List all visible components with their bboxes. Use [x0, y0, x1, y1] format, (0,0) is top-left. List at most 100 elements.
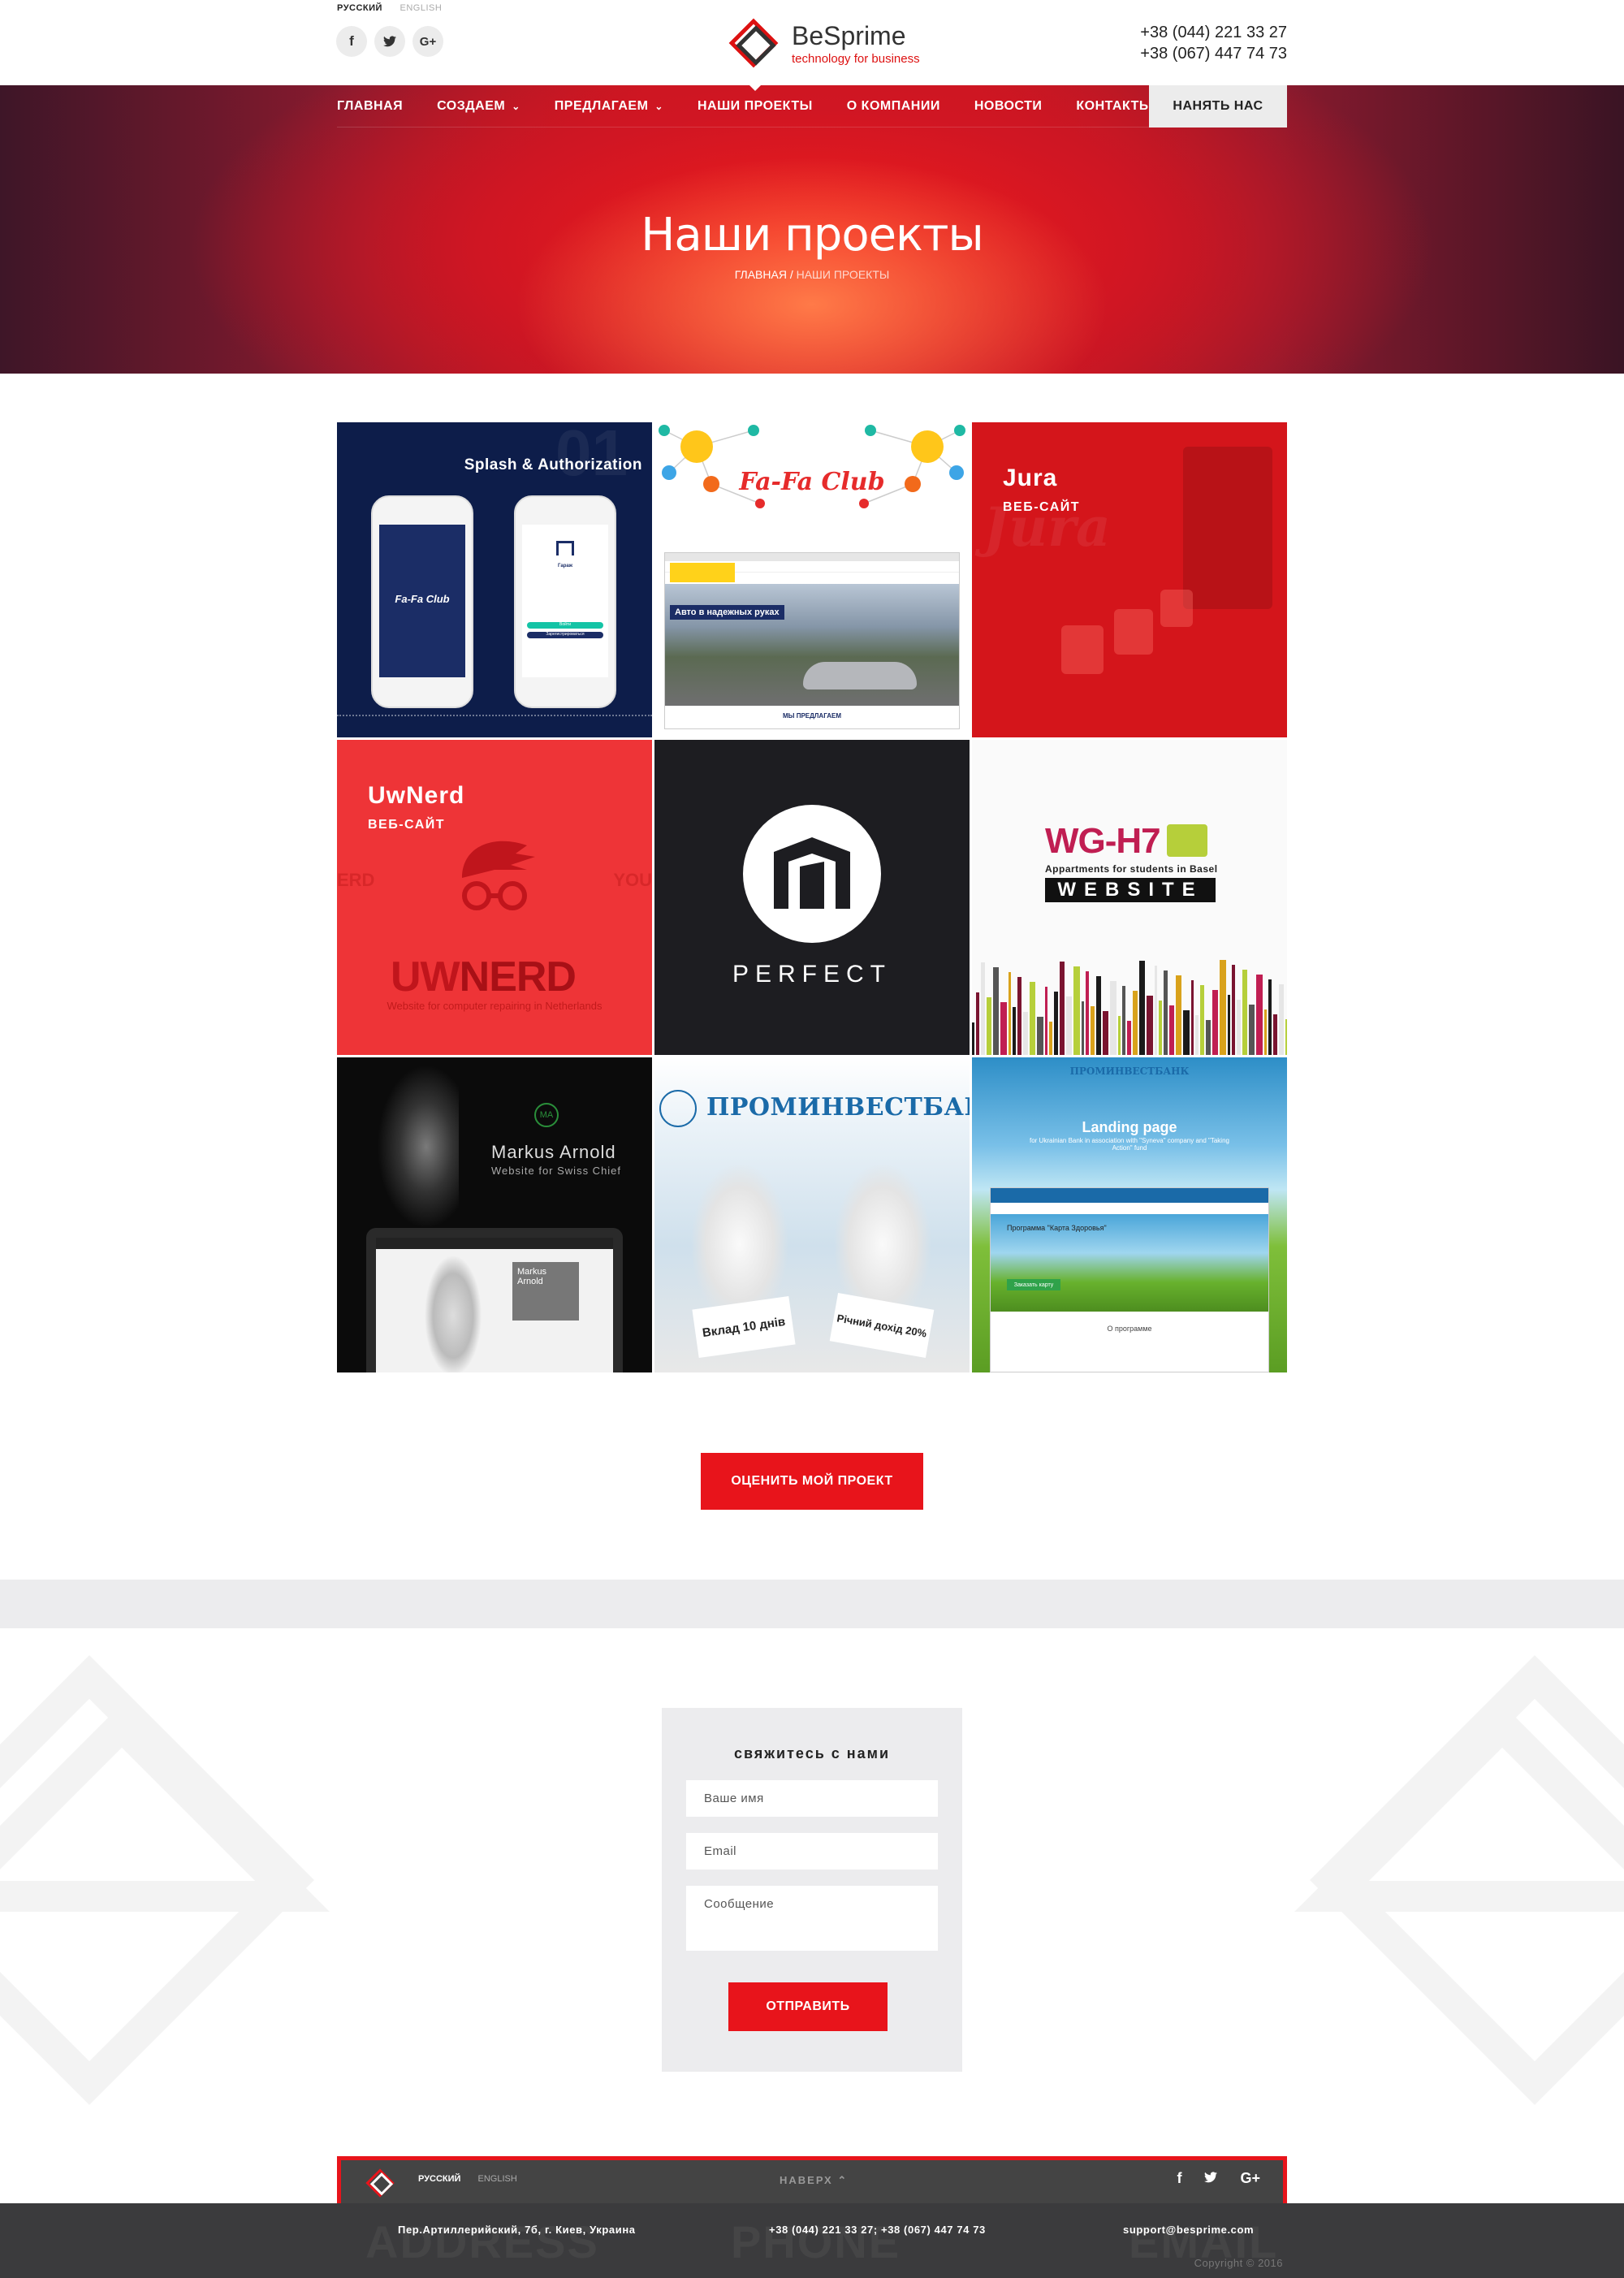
phone-1[interactable]: +38 (044) 221 33 27: [1140, 22, 1287, 43]
phone-mockup-right: Гараж Войти Зарегистрироваться: [514, 495, 616, 708]
pattern-bar: [1249, 1005, 1255, 1055]
phone-mockup-left: Fa-Fa Club: [371, 495, 473, 708]
project-tile-wgh7[interactable]: WG-H7 Appartments for students in Basel …: [972, 740, 1287, 1055]
pattern-bar: [1049, 1022, 1052, 1055]
lang-english[interactable]: ENGLISH: [400, 3, 443, 13]
footer-social-links: f G+: [1177, 2170, 1260, 2187]
pattern-bar: [1169, 1005, 1174, 1055]
pattern-bar: [1220, 960, 1226, 1055]
pattern-bar: [981, 962, 985, 1055]
breadcrumb-home[interactable]: ГЛАВНАЯ: [735, 268, 787, 281]
name-field[interactable]: Ваше имя: [686, 1780, 938, 1817]
perfect-logo-icon: [743, 805, 881, 943]
google-plus-icon[interactable]: G+: [1240, 2170, 1260, 2187]
pattern-bar: [993, 967, 999, 1055]
hire-us-button[interactable]: НАНЯТЬ НАС: [1149, 85, 1287, 128]
pattern-bar: [1242, 970, 1247, 1055]
send-button[interactable]: ОТПРАВИТЬ: [728, 1982, 888, 2031]
pattern-bar: [1133, 991, 1138, 1055]
contact-title: свяжитесь с нами: [733, 1745, 891, 1761]
project-tile-markus-arnold[interactable]: MA Markus Arnold Website for Swiss Chief…: [337, 1057, 652, 1372]
footer-email[interactable]: support@besprime.com: [1123, 2224, 1254, 2236]
pattern-bar: [1017, 977, 1021, 1055]
pattern-bar: [1279, 984, 1284, 1055]
pattern-bar: [1023, 1012, 1028, 1055]
project-tile-uwnerd[interactable]: UwNerd ВЕБ-САЙТ ERD YOU UWNERD Website f…: [337, 740, 652, 1055]
contact-form: свяжитесь с нами Ваше имя Email Сообщени…: [662, 1708, 962, 2072]
pattern-bar: [1191, 980, 1194, 1055]
pattern-bar: [1127, 1021, 1131, 1055]
page-title: Наши проекты: [641, 209, 983, 262]
main-nav: ГЛАВНАЯ СОЗДАЕМ ⌄ ПРЕДЛАГАЕМ ⌄ НАШИ ПРОЕКТ…: [337, 85, 1287, 128]
pattern-bar: [1164, 970, 1168, 1055]
email-field[interactable]: Email: [686, 1833, 938, 1870]
site-logo[interactable]: BeSprime technology for business: [727, 16, 920, 70]
pattern-bar: [1000, 1002, 1007, 1055]
footer-logo-icon[interactable]: [364, 2167, 396, 2199]
footer-address: Пер.Артиллерийский, 7б, г. Киев, Украина: [398, 2224, 636, 2236]
pattern-bar: [1155, 966, 1157, 1055]
project-tile-fafa-site[interactable]: Fa-Fa Club Авто в надежных руках МЫ ПРЕД…: [654, 422, 970, 737]
coffee-machine-shape: [1183, 447, 1272, 609]
project-tile-jura[interactable]: Jura Jura ВЕБ-САЙТ: [972, 422, 1287, 737]
browser-mockup: Программа "Карта Здоровья" Заказать карт…: [990, 1187, 1269, 1372]
lang-russian[interactable]: РУССКИЙ: [337, 3, 382, 13]
nav-create[interactable]: СОЗДАЕМ ⌄: [437, 99, 520, 114]
project-tile-perfect[interactable]: PERFECT: [654, 740, 970, 1055]
footer-lang-russian[interactable]: РУССКИЙ: [418, 2174, 460, 2184]
pattern-bar: [1082, 1001, 1084, 1055]
footer-lang-english[interactable]: ENGLISH: [478, 2174, 517, 2184]
nav-offer[interactable]: ПРЕДЛАГАЕМ ⌄: [555, 99, 663, 114]
laptop-mockup: Markus Arnold: [366, 1228, 623, 1372]
pattern-bar: [1054, 992, 1058, 1055]
pattern-bar: [1009, 972, 1011, 1055]
back-to-top[interactable]: НАВЕРХ ⌃: [780, 2174, 848, 2187]
pattern-bar: [1195, 1015, 1199, 1055]
pattern-bar: [1285, 1019, 1287, 1055]
google-plus-icon[interactable]: G+: [412, 26, 443, 57]
pattern-bar: [1086, 971, 1089, 1055]
pattern-bar: [987, 997, 991, 1055]
facebook-icon[interactable]: f: [1177, 2170, 1181, 2187]
footer-phones[interactable]: +38 (044) 221 33 27; +38 (067) 447 74 73: [769, 2224, 986, 2236]
nav-contacts[interactable]: КОНТАКТЫ: [1076, 99, 1152, 114]
chevron-up-icon: ⌃: [837, 2174, 849, 2186]
logo-tagline: technology for business: [792, 51, 920, 66]
project-tile-fafa-app[interactable]: 01 Splash & Authorization Fa-Fa Club Гар…: [337, 422, 652, 737]
pattern-bar: [1237, 1000, 1241, 1055]
nav-about[interactable]: О КОМПАНИИ: [847, 99, 940, 114]
pattern-bar: [976, 992, 979, 1055]
pattern-bar: [1200, 985, 1204, 1055]
project-tile-landing[interactable]: ПРОМИНВЕСТБАНК Landing page for Ukrainia…: [972, 1057, 1287, 1372]
twitter-icon[interactable]: [374, 26, 405, 57]
message-field[interactable]: Сообщение: [686, 1886, 938, 1951]
pattern-bar: [1045, 987, 1047, 1055]
pattern-bar: [1096, 976, 1101, 1055]
nav-home[interactable]: ГЛАВНАЯ: [337, 99, 403, 114]
facebook-icon[interactable]: f: [336, 26, 367, 57]
language-switcher: РУССКИЙ ENGLISH: [337, 3, 456, 13]
logo-name: BeSprime: [792, 20, 906, 50]
social-links: f G+: [336, 26, 443, 57]
pattern-bar: [1073, 966, 1080, 1055]
rate-project-button[interactable]: ОЦЕНИТЬ МОЙ ПРОЕКТ: [701, 1453, 923, 1510]
pattern-bar: [1273, 1014, 1277, 1055]
nav-projects[interactable]: НАШИ ПРОЕКТЫ: [698, 85, 813, 114]
pattern-bar: [1110, 981, 1116, 1055]
phone-2[interactable]: +38 (067) 447 74 73: [1140, 43, 1287, 64]
project-tile-prominvestbank[interactable]: ПРОМИНВЕСТБАНК Вклад 10 днів Річний дохі…: [654, 1057, 970, 1372]
projects-grid: 01 Splash & Authorization Fa-Fa Club Гар…: [337, 422, 1287, 1372]
copyright: Copyright © 2016: [1194, 2257, 1283, 2269]
tile-subtitle: ВЕБ-САЙТ: [368, 818, 446, 832]
bank-name: ПРОМИНВЕСТБАНК: [706, 1093, 970, 1122]
nerd-face-icon: [462, 841, 535, 910]
browser-mockup: Авто в надежных руках МЫ ПРЕДЛАГАЕМ: [664, 552, 960, 729]
pattern-bar: [1091, 1006, 1095, 1055]
header-phones: +38 (044) 221 33 27 +38 (067) 447 74 73: [1140, 22, 1287, 64]
section-divider: [0, 1580, 1624, 1628]
uwnerd-logo: UWNERD: [391, 953, 577, 1001]
pattern-bar: [1147, 996, 1153, 1055]
pattern-bar: [1212, 990, 1218, 1055]
twitter-icon[interactable]: [1204, 2170, 1218, 2187]
nav-news[interactable]: НОВОСТИ: [974, 99, 1043, 114]
